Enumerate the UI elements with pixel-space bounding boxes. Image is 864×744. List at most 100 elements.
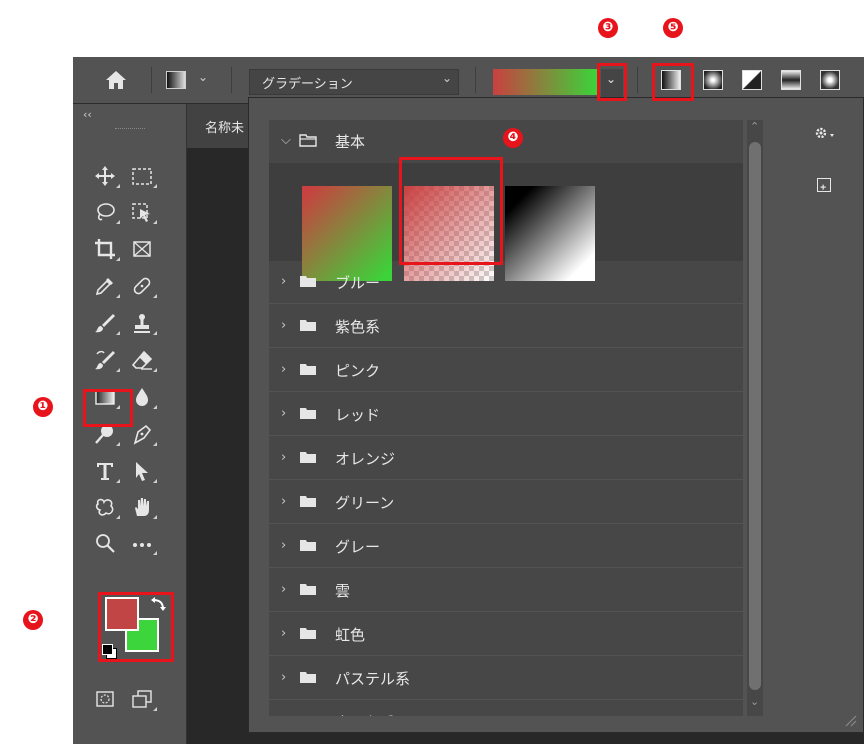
hand-tool[interactable]	[127, 492, 157, 522]
gradient-tool-preset-icon	[166, 71, 186, 89]
crop-icon	[95, 239, 115, 259]
custom-shape-tool[interactable]	[90, 492, 120, 522]
highlight-dropdown-button	[597, 63, 627, 101]
crop-tool[interactable]	[90, 234, 120, 264]
folder-name: 基本	[335, 133, 366, 151]
preset-field[interactable]: グラデーション ⌄	[249, 69, 459, 95]
object-selection-icon	[132, 203, 150, 222]
folder-item[interactable]: › 雲	[269, 569, 743, 612]
healing-brush-tool[interactable]	[127, 271, 157, 301]
object-selection-tool[interactable]	[127, 197, 157, 227]
document-tab-label: 名称未	[205, 121, 245, 136]
zoom-tool[interactable]	[90, 528, 120, 558]
tool-preset-picker[interactable]: ⌄	[166, 70, 218, 90]
chevron-right-icon: ›	[281, 494, 287, 509]
frame-tool[interactable]	[127, 234, 157, 264]
screen-mode-button[interactable]	[127, 684, 157, 714]
arrow-pointer-icon	[136, 462, 148, 481]
angle-gradient-button[interactable]	[742, 70, 762, 90]
folder-name: パステル系	[335, 670, 411, 688]
resize-grip-icon[interactable]	[843, 712, 857, 727]
marquee-tool[interactable]	[127, 161, 157, 191]
annotation-marker-4: ❹	[503, 128, 523, 148]
annotation-marker-1: ❶	[33, 397, 53, 417]
folder-icon	[300, 320, 316, 331]
folder-item[interactable]: › パステル系	[269, 657, 743, 700]
preset-field-value: グラデーション	[262, 77, 353, 92]
eyedropper-tool[interactable]	[90, 271, 120, 301]
new-preset-button[interactable]	[817, 178, 831, 192]
scrollbar-thumb[interactable]	[749, 142, 761, 690]
document-tab[interactable]: 名称未	[187, 104, 257, 148]
shape-icon	[95, 498, 114, 516]
stamp-icon	[134, 314, 150, 333]
drop-icon	[136, 388, 148, 406]
chevron-right-icon: ›	[281, 670, 287, 685]
folder-icon	[300, 364, 316, 375]
folder-item[interactable]: › ピンク	[269, 349, 743, 392]
folder-item[interactable]: › 中間色系	[269, 701, 743, 716]
folder-item[interactable]: › 虹色	[269, 613, 743, 656]
chevron-right-icon: ›	[281, 318, 287, 333]
move-tool[interactable]	[90, 161, 120, 191]
highlight-color-swatches	[98, 592, 174, 662]
path-selection-tool[interactable]	[127, 456, 157, 486]
clone-stamp-tool[interactable]	[127, 308, 157, 338]
diamond-gradient-button[interactable]	[820, 70, 840, 90]
folder-icon	[300, 540, 316, 551]
history-brush-tool[interactable]	[90, 345, 120, 375]
highlight-preset-swatch	[399, 157, 503, 265]
chevron-down-icon: ⌄	[441, 71, 452, 85]
screen-mode-icon	[132, 690, 152, 708]
gradient-preview[interactable]	[493, 69, 597, 95]
folder-item[interactable]: › レッド	[269, 393, 743, 436]
scroll-down-icon[interactable]: ⌄	[750, 695, 759, 708]
chevron-down-icon: ⌄	[198, 70, 209, 84]
folder-icon	[300, 452, 316, 463]
chevron-right-icon: ›	[281, 626, 287, 641]
brush-tool[interactable]	[90, 308, 120, 338]
collapse-arrows-icon[interactable]: ‹‹	[83, 108, 92, 121]
chevron-right-icon: ›	[281, 274, 287, 289]
panel-scrollbar[interactable]: ⌃ ⌄	[747, 120, 763, 716]
chevron-right-icon: ›	[281, 538, 287, 553]
folder-open-icon	[299, 134, 317, 147]
eraser-tool[interactable]	[127, 345, 157, 375]
frame-icon	[133, 241, 151, 257]
marquee-icon	[132, 168, 152, 185]
edit-toolbar-button[interactable]	[127, 528, 157, 558]
gradient-picker-panel: ⌵ 基本 › ブルー › 紫色系 › ピンク › レッド › オレンジ › グリーン › グレー › 雲 › 虹色…	[248, 97, 864, 733]
folder-item[interactable]: › グリーン	[269, 481, 743, 524]
folder-icon	[300, 408, 316, 419]
folder-name: ピンク	[335, 362, 381, 380]
folder-item[interactable]: › グレー	[269, 525, 743, 568]
folder-name: 虹色	[335, 626, 366, 644]
folder-name: グリーン	[335, 494, 395, 512]
lasso-tool[interactable]	[90, 197, 120, 227]
eyedropper-icon	[95, 278, 113, 296]
chevron-right-icon: ›	[281, 406, 287, 421]
toolbar-grip[interactable]	[115, 128, 145, 132]
folder-icon	[300, 672, 316, 683]
annotation-marker-3: ❸	[598, 18, 618, 38]
type-tool[interactable]	[90, 456, 120, 486]
chevron-right-icon: ›	[281, 582, 287, 597]
scroll-up-icon[interactable]: ⌃	[750, 120, 759, 133]
reflected-gradient-button[interactable]	[781, 70, 801, 90]
radial-gradient-button[interactable]	[703, 70, 723, 90]
home-icon[interactable]	[105, 70, 127, 90]
annotation-marker-5: ❺	[663, 18, 683, 38]
lasso-icon	[97, 203, 115, 221]
folder-icon	[300, 276, 316, 287]
folder-item[interactable]: › 紫色系	[269, 305, 743, 348]
folder-icon	[300, 628, 316, 639]
eraser-icon	[131, 350, 153, 370]
plus-icon	[820, 184, 826, 190]
quick-mask-icon	[96, 691, 114, 707]
folder-item[interactable]: › オレンジ	[269, 437, 743, 480]
gear-icon[interactable]	[813, 124, 835, 142]
folder-name: 雲	[335, 582, 351, 600]
folder-item[interactable]: › ブルー	[269, 261, 743, 304]
quick-mask-button[interactable]	[90, 684, 120, 714]
pen-icon	[133, 424, 152, 445]
